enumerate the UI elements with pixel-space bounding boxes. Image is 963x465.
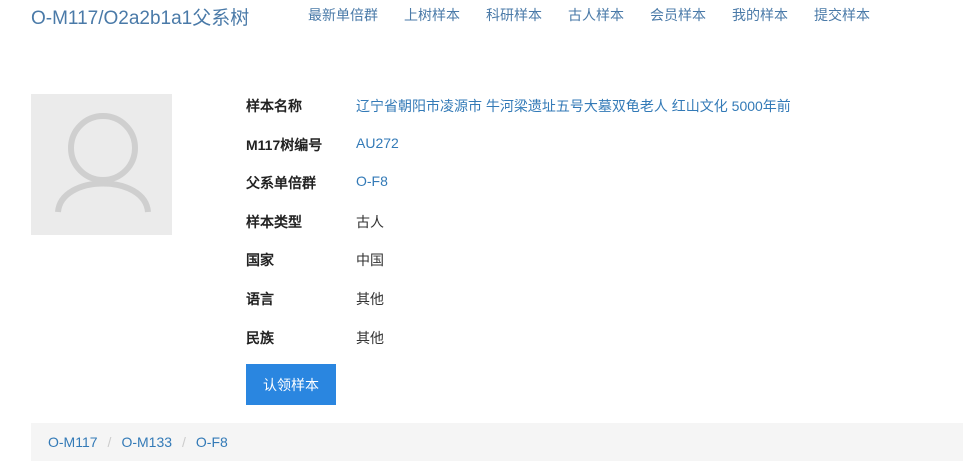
breadcrumb-separator: / <box>107 434 112 450</box>
nav-submit-sample[interactable]: 提交样本 <box>814 5 870 25</box>
label: 语言 <box>246 290 274 307</box>
value: 其他 <box>356 329 384 346</box>
detail-row-country: 国家 中国 <box>246 250 791 289</box>
label: 样本名称 <box>246 98 302 114</box>
detail-row-ethnicity: 民族 其他 <box>246 328 791 367</box>
nav-my-samples[interactable]: 我的样本 <box>732 5 788 25</box>
avatar <box>31 94 172 235</box>
breadcrumb: O-M117 / O-M133 / O-F8 <box>31 423 963 461</box>
detail-row-name: 样本名称 辽宁省朝阳市凌源市 牛河梁遗址五号大墓双龟老人 红山文化 5000年前 <box>246 96 791 135</box>
detail-row-haplogroup: 父系单倍群 O-F8 <box>246 173 791 212</box>
user-placeholder-icon <box>55 113 151 213</box>
nav-member-samples[interactable]: 会员样本 <box>650 5 706 25</box>
label: 样本类型 <box>246 213 302 230</box>
value: 古人 <box>356 213 384 230</box>
detail-row-type: 样本类型 古人 <box>246 212 791 251</box>
tree-id-link[interactable]: AU272 <box>356 135 399 151</box>
nav-research-samples[interactable]: 科研样本 <box>486 5 542 25</box>
nav-ancient-samples[interactable]: 古人样本 <box>568 5 624 25</box>
breadcrumb-item[interactable]: O-M133 <box>121 434 172 450</box>
claim-sample-button[interactable]: 认领样本 <box>246 364 336 405</box>
haplogroup-link[interactable]: O-F8 <box>356 173 388 189</box>
nav-latest-haplogroups[interactable]: 最新单倍群 <box>308 5 378 25</box>
label: M117树编号 <box>246 136 323 153</box>
breadcrumb-item[interactable]: O-F8 <box>196 434 228 450</box>
breadcrumb-separator: / <box>182 434 186 450</box>
sample-name-link[interactable]: 辽宁省朝阳市凌源市 牛河梁遗址五号大墓双龟老人 红山文化 5000年前 <box>356 96 791 116</box>
sample-details: 样本名称 辽宁省朝阳市凌源市 牛河梁遗址五号大墓双龟老人 红山文化 5000年前 … <box>246 96 791 366</box>
detail-row-language: 语言 其他 <box>246 289 791 328</box>
value: 中国 <box>356 252 384 269</box>
breadcrumb-item[interactable]: O-M117 <box>48 434 98 450</box>
main-nav: 最新单倍群 上树样本 科研样本 古人样本 会员样本 我的样本 提交样本 <box>308 5 896 25</box>
label: 国家 <box>246 252 274 269</box>
label: 民族 <box>246 329 274 346</box>
detail-row-tree-id: M117树编号 AU272 <box>246 135 791 174</box>
label: 父系单倍群 <box>246 175 316 192</box>
brand-title[interactable]: O-M117/O2a2b1a1父系树 <box>31 3 249 30</box>
nav-tree-samples[interactable]: 上树样本 <box>404 5 460 25</box>
value: 其他 <box>356 290 384 307</box>
